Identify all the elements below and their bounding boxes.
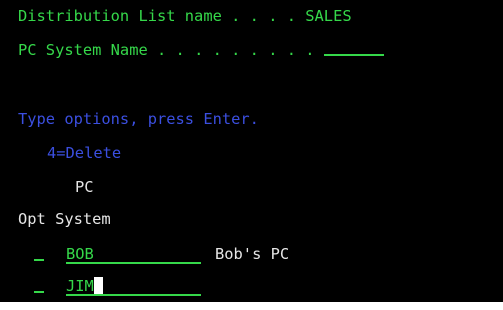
distribution-list-label: Distribution List name bbox=[18, 7, 222, 25]
table-row: BOB Bob's PC bbox=[18, 245, 289, 264]
text-cursor bbox=[93, 277, 104, 294]
row-option-input[interactable] bbox=[34, 277, 44, 293]
table-row: JIM bbox=[18, 277, 201, 296]
row-system-field[interactable]: BOB bbox=[66, 245, 201, 264]
row-system-field[interactable]: JIM bbox=[66, 277, 201, 296]
column-header-system: System bbox=[55, 210, 111, 228]
row-description: Bob's PC bbox=[215, 245, 290, 263]
pc-system-name-field[interactable] bbox=[323, 41, 384, 56]
column-header-pc: PC bbox=[75, 178, 94, 196]
instructions-prompt: Type options, press Enter. bbox=[18, 110, 259, 128]
row-option-input[interactable] bbox=[34, 245, 44, 261]
terminal-screen: Distribution List name . . . . SALES PC … bbox=[0, 0, 503, 302]
distribution-list-dots: . . . . bbox=[221, 7, 306, 25]
option-delete: 4=Delete bbox=[47, 144, 122, 162]
pc-system-name-row: PC System Name . . . . . . . . . bbox=[18, 41, 384, 60]
column-header-opt: Opt bbox=[18, 210, 46, 228]
column-header-row: Opt System bbox=[18, 210, 111, 229]
pc-system-name-label: PC System Name bbox=[18, 41, 148, 59]
pc-system-name-dots: . . . . . . . . . bbox=[147, 41, 315, 59]
row-system-value: BOB bbox=[66, 245, 94, 263]
row-system-value: JIM bbox=[66, 277, 94, 295]
distribution-list-value: SALES bbox=[305, 7, 352, 25]
distribution-list-row: Distribution List name . . . . SALES bbox=[18, 7, 352, 26]
